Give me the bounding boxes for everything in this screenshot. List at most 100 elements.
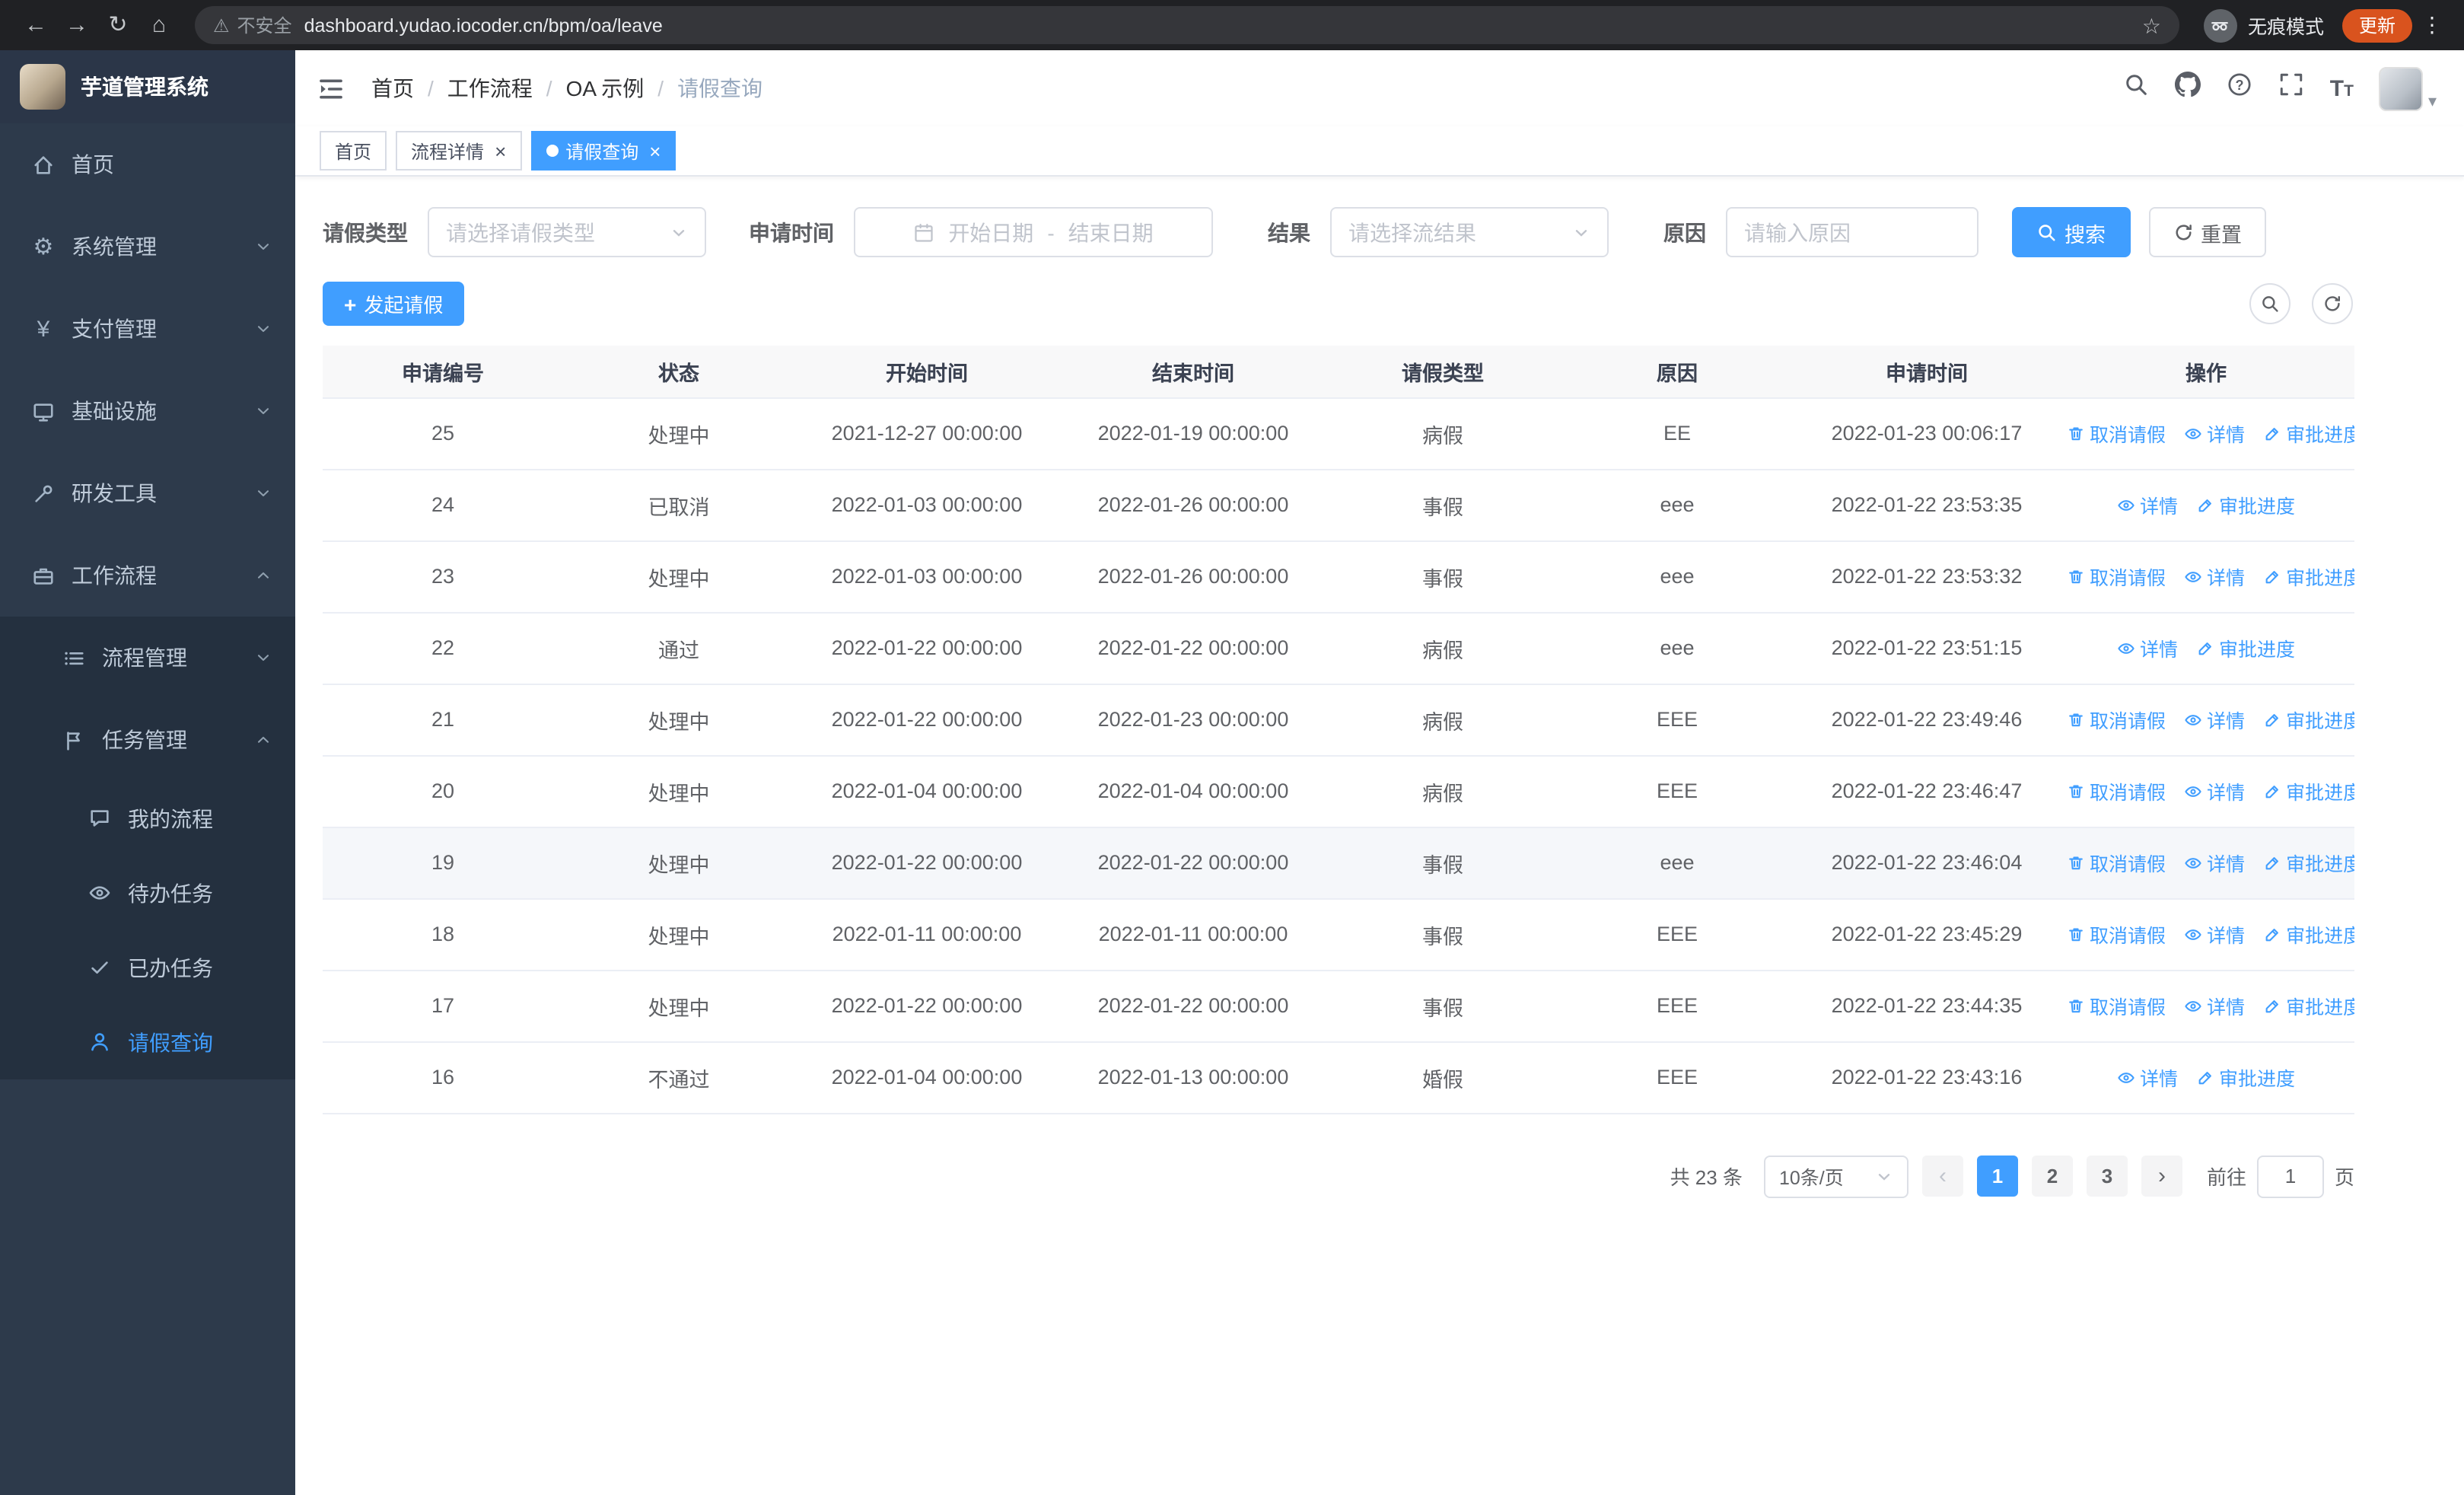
sidebar-fold-icon[interactable]	[317, 74, 345, 103]
sidebar-item-system-mgmt[interactable]: ⚙ 系统管理	[0, 206, 295, 288]
approval-progress-link[interactable]: 审批进度	[2196, 1063, 2295, 1092]
sidebar-item-payment-mgmt[interactable]: ¥ 支付管理	[0, 288, 295, 370]
sidebar-item-workflow[interactable]: 工作流程	[0, 534, 295, 617]
search-button[interactable]: 搜索	[2012, 207, 2130, 257]
page-size-select[interactable]: 10条/页	[1763, 1155, 1908, 1197]
cancel-leave-link[interactable]: 取消请假	[2067, 419, 2166, 448]
cell-reason: EE	[1558, 397, 1796, 470]
detail-link[interactable]: 详情	[2117, 490, 2178, 519]
help-button[interactable]: ?	[2227, 72, 2252, 105]
trash-icon	[2067, 710, 2085, 728]
show-search-button[interactable]	[2249, 283, 2291, 324]
app-title: 芋道管理系统	[81, 75, 209, 99]
cell-reason: eee	[1558, 827, 1796, 899]
font-size-button[interactable]: TT	[2330, 73, 2354, 104]
apply-time-range-picker[interactable]: 开始日期 - 结束日期	[854, 207, 1213, 257]
approval-progress-link[interactable]: 审批进度	[2263, 562, 2354, 591]
back-icon: ←	[24, 12, 47, 38]
approval-progress-link[interactable]: 审批进度	[2263, 848, 2354, 877]
tab-leave-query[interactable]: 请假查询 ×	[530, 131, 676, 171]
approval-progress-link[interactable]: 审批进度	[2263, 419, 2354, 448]
cancel-leave-link[interactable]: 取消请假	[2067, 848, 2166, 877]
approval-progress-link[interactable]: 审批进度	[2263, 991, 2354, 1020]
goto-page-input[interactable]	[2256, 1155, 2324, 1197]
sidebar-item-done-tasks[interactable]: 已办任务	[0, 930, 295, 1005]
detail-link[interactable]: 详情	[2117, 633, 2178, 662]
security-warning[interactable]: ⚠ 不安全	[213, 12, 292, 38]
approval-progress-link[interactable]: 审批进度	[2263, 920, 2354, 948]
reason-input[interactable]	[1726, 207, 1979, 257]
github-button[interactable]	[2174, 72, 2201, 105]
sidebar-item-home[interactable]: 首页	[0, 123, 295, 206]
result-select[interactable]: 请选择流结果	[1330, 207, 1609, 257]
edit-icon	[2263, 424, 2281, 442]
cancel-leave-link[interactable]: 取消请假	[2067, 920, 2166, 948]
cell-start: 2021-12-27 00:00:00	[794, 397, 1059, 470]
cell-start: 2022-01-22 00:00:00	[794, 684, 1059, 756]
cell-apply_time: 2022-01-22 23:46:04	[1796, 827, 2058, 899]
detail-link-label: 详情	[2207, 425, 2246, 446]
back-button[interactable]: ←	[15, 5, 56, 46]
close-icon[interactable]: ×	[649, 139, 661, 162]
app-logo-row[interactable]: 芋道管理系统	[0, 50, 295, 123]
approval-progress-link[interactable]: 审批进度	[2196, 490, 2295, 519]
sidebar-item-dev-tools[interactable]: 研发工具	[0, 452, 295, 534]
detail-link[interactable]: 详情	[2184, 920, 2245, 948]
bookmark-star-icon[interactable]: ☆	[2142, 14, 2161, 36]
sidebar-item-task-mgmt[interactable]: 任务管理	[0, 699, 295, 781]
cancel-leave-link[interactable]: 取消请假	[2067, 991, 2166, 1020]
tab-home[interactable]: 首页	[320, 131, 387, 171]
search-button[interactable]	[2123, 72, 2149, 105]
cell-actions: 取消请假 详情 审批进度	[2058, 397, 2354, 470]
page-button-1[interactable]: 1	[1976, 1156, 2018, 1197]
create-leave-button[interactable]: + 发起请假	[323, 282, 465, 326]
detail-link[interactable]: 详情	[2184, 991, 2245, 1020]
forward-button[interactable]: →	[56, 5, 97, 46]
breadcrumb-item[interactable]: OA 示例	[566, 73, 645, 104]
approval-progress-link-label: 审批进度	[2286, 425, 2354, 446]
approval-progress-link[interactable]: 审批进度	[2263, 776, 2354, 805]
chevron-down-icon	[1572, 223, 1590, 241]
sidebar-item-leave-query[interactable]: 请假查询	[0, 1005, 295, 1079]
detail-link[interactable]: 详情	[2184, 848, 2245, 877]
breadcrumb-item[interactable]: 首页	[371, 73, 414, 104]
search-icon	[2036, 222, 2057, 243]
sidebar-item-my-process[interactable]: 我的流程	[0, 781, 295, 856]
page-button-3[interactable]: 3	[2086, 1156, 2128, 1197]
home-button[interactable]: ⌂	[138, 5, 180, 46]
cancel-leave-link[interactable]: 取消请假	[2067, 562, 2166, 591]
user-menu[interactable]: ▾	[2379, 66, 2437, 110]
cancel-leave-link[interactable]: 取消请假	[2067, 776, 2166, 805]
cell-reason: EEE	[1558, 898, 1796, 971]
page-button-2[interactable]: 2	[2031, 1156, 2073, 1197]
cancel-leave-link[interactable]: 取消请假	[2067, 705, 2166, 734]
approval-progress-link[interactable]: 审批进度	[2263, 705, 2354, 734]
reload-button[interactable]: ↻	[97, 5, 138, 46]
close-icon[interactable]: ×	[495, 139, 506, 162]
detail-link[interactable]: 详情	[2117, 1063, 2178, 1092]
table-header-row: 申请编号 状态 开始时间 结束时间 请假类型 原因 申请时间 操作	[323, 346, 2354, 398]
breadcrumb-item[interactable]: 工作流程	[447, 73, 533, 104]
chevron-up-icon	[254, 566, 272, 585]
cell-status: 通过	[563, 612, 794, 684]
detail-link[interactable]: 详情	[2184, 705, 2245, 734]
fullscreen-button[interactable]	[2278, 72, 2304, 105]
browser-update-button[interactable]: 更新	[2341, 8, 2412, 42]
detail-link[interactable]: 详情	[2184, 776, 2245, 805]
leave-type-select[interactable]: 请选择请假类型	[428, 207, 706, 257]
tab-process-detail[interactable]: 流程详情 ×	[396, 131, 522, 171]
forward-icon: →	[65, 12, 88, 38]
detail-link[interactable]: 详情	[2184, 419, 2245, 448]
detail-link[interactable]: 详情	[2184, 562, 2245, 591]
browser-menu-icon[interactable]: ⋮	[2415, 12, 2449, 38]
approval-progress-link[interactable]: 审批进度	[2196, 633, 2295, 662]
page-content: 请假类型 请选择请假类型 申请时间 开始日期 - 结束日期 结果 请选择流结果 …	[295, 177, 2464, 1495]
reset-button[interactable]: 重置	[2148, 207, 2266, 257]
address-bar[interactable]: ⚠ 不安全 dashboard.yudao.iocoder.cn/bpm/oa/…	[195, 6, 2179, 44]
refresh-table-button[interactable]	[2312, 283, 2353, 324]
sidebar-item-todo-tasks[interactable]: 待办任务	[0, 856, 295, 930]
sidebar-item-infrastructure[interactable]: 基础设施	[0, 370, 295, 452]
sidebar-item-process-mgmt[interactable]: 流程管理	[0, 617, 295, 699]
next-page-button[interactable]: ›	[2141, 1156, 2182, 1197]
prev-page-button[interactable]: ‹	[1921, 1156, 1963, 1197]
